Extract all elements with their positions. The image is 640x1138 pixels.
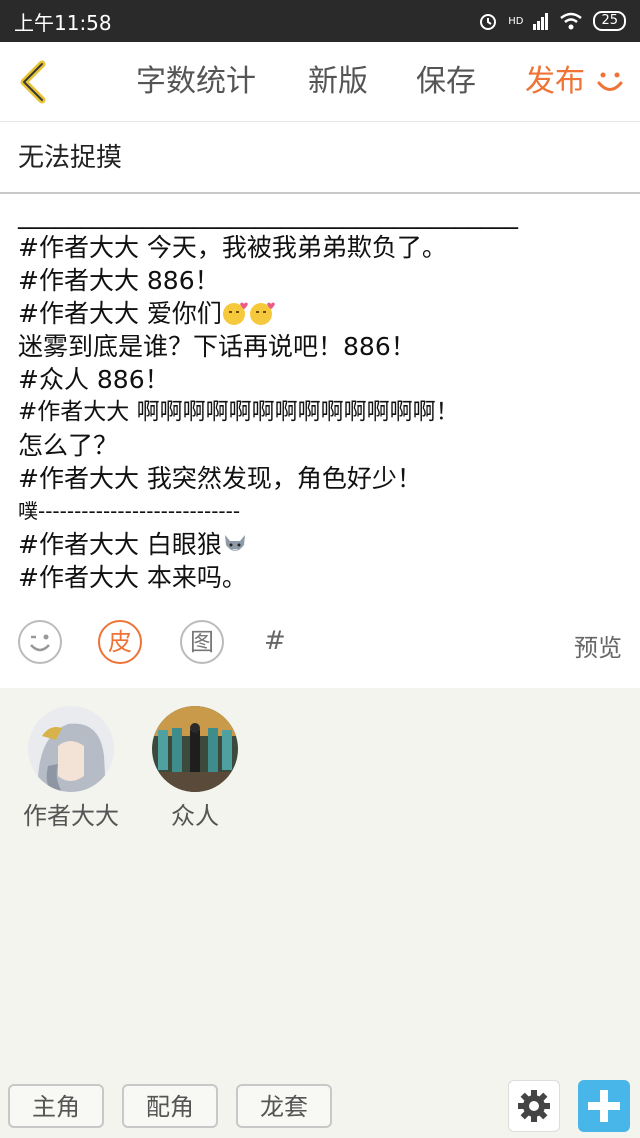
kiss-emoji-icon: [249, 302, 275, 325]
character-name: 众人: [171, 802, 219, 830]
content-line: #作者大大 本来吗。: [18, 563, 247, 592]
status-bar: 上午11:58 HD 25: [0, 0, 640, 42]
image-button[interactable]: 图: [180, 620, 224, 664]
add-character-button[interactable]: [578, 1080, 630, 1132]
back-arrow-icon: [20, 60, 46, 104]
plus-icon: [588, 1090, 620, 1122]
content-line: 迷雾到底是谁？下话再说吧！886！: [18, 332, 416, 361]
content-line: #作者大大 爱你们: [18, 297, 622, 330]
author-avatar-image: [28, 706, 114, 792]
main-role-tab[interactable]: 主角: [8, 1084, 104, 1128]
character-name: 作者大大: [23, 802, 119, 830]
title-input[interactable]: 无法捉摸: [0, 122, 640, 194]
content-line: #作者大大 白眼狼: [18, 528, 622, 561]
character-crowd[interactable]: 众人: [140, 706, 250, 831]
wifi-icon: [560, 12, 583, 30]
content-line: #作者大大 我突然发现，角色好少！: [18, 464, 422, 493]
character-author[interactable]: 作者大大: [16, 706, 126, 831]
avatar: [152, 706, 238, 792]
story-content-editor[interactable]: ________________________________________…: [0, 194, 640, 612]
wolf-emoji-icon: [224, 535, 245, 551]
content-line: ________________________________________: [18, 200, 518, 229]
avatar: [28, 706, 114, 792]
content-line: #作者大大 886！: [18, 266, 220, 295]
publish-button[interactable]: 发布: [525, 42, 585, 122]
content-line-text: #作者大大 爱你们: [18, 299, 222, 328]
gear-icon: [518, 1090, 550, 1122]
hashtag-button[interactable]: #: [264, 626, 286, 656]
save-button[interactable]: 保存: [416, 42, 476, 122]
status-icons: HD 25: [478, 11, 626, 31]
battery-indicator: 25: [593, 11, 626, 31]
content-line-text: #作者大大 白眼狼: [18, 530, 222, 559]
status-time: 上午11:58: [14, 10, 112, 35]
settings-button[interactable]: [508, 1080, 560, 1132]
supporting-role-tab[interactable]: 配角: [122, 1084, 218, 1128]
signal-icon: [533, 13, 549, 30]
new-version-button[interactable]: 新版: [308, 42, 368, 122]
kiss-emoji-icon: [222, 302, 248, 325]
network-label: HD: [508, 15, 524, 27]
editor-toolbar: 字数统计 新版 保存 发布: [0, 42, 640, 122]
content-line: 怎么了？: [18, 431, 119, 460]
content-line: #作者大大 啊啊啊啊啊啊啊啊啊啊啊啊啊！: [18, 399, 459, 425]
character-panel: 作者大大 众人 主角 配角 龙套: [0, 688, 640, 1138]
crowd-avatar-image: [152, 706, 238, 792]
emoji-button[interactable]: [18, 620, 62, 664]
content-line: #众人 886！: [18, 365, 170, 394]
content-line: 噗----------------------------: [18, 499, 241, 523]
skin-button[interactable]: 皮: [98, 620, 142, 664]
extra-role-tab[interactable]: 龙套: [236, 1084, 332, 1128]
smile-icon[interactable]: [594, 66, 626, 98]
word-count-button[interactable]: 字数统计: [136, 42, 256, 122]
insert-toolbar: 皮 图 # 预览: [0, 612, 640, 680]
content-line: #作者大大 今天，我被我弟弟欺负了。: [18, 233, 447, 262]
wink-face-icon: [30, 634, 50, 652]
alarm-icon: [480, 14, 497, 30]
back-button[interactable]: [14, 58, 54, 106]
preview-button[interactable]: 预览: [574, 628, 622, 663]
